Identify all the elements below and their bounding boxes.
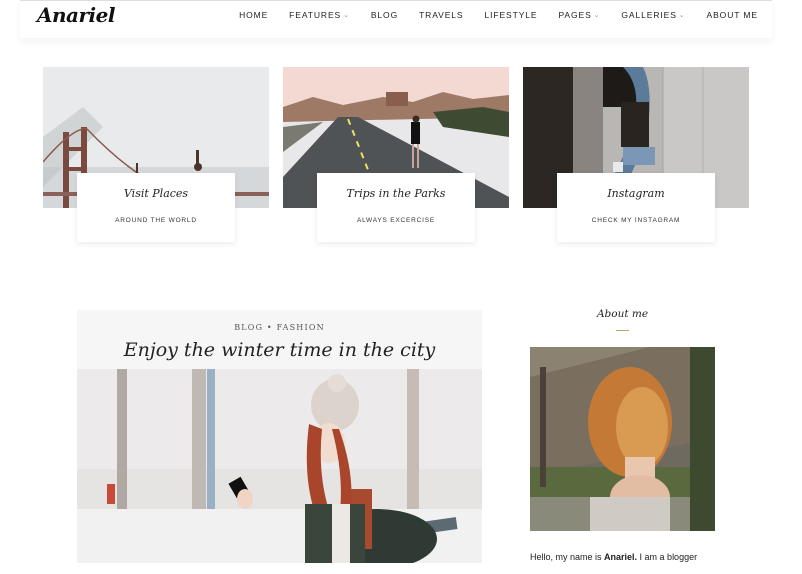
promo-card-visit-places[interactable]: Visit Places AROUND THE WORLD (77, 173, 235, 242)
nav-label: GALLERIES (621, 10, 677, 20)
promo-subtitle: AROUND THE WORLD (115, 217, 197, 224)
nav-label: TRAVELS (419, 10, 464, 20)
promo-title: Instagram (607, 187, 665, 200)
promo-card-instagram[interactable]: Instagram CHECK MY INSTAGRAM (557, 173, 715, 242)
promo-subtitle: ALWAYS EXCERCISE (356, 217, 436, 224)
intro-prefix: Hello, my name is (530, 552, 605, 562)
promo-title: Trips in the Parks (346, 187, 446, 200)
nav-features[interactable]: FEATURES ⌄ (289, 10, 350, 20)
promo-card-trips-in-the-parks[interactable]: Trips in the Parks ALWAYS EXCERCISE (317, 173, 475, 242)
promo-title: Visit Places (123, 187, 189, 200)
site-header: Anariel HOME FEATURES ⌄ BLOG TRAVELS LIFE… (20, 0, 772, 38)
main-nav: HOME FEATURES ⌄ BLOG TRAVELS LIFESTYLE PA… (218, 10, 758, 20)
post-categories[interactable]: BLOG • FASHION (77, 323, 482, 332)
post-title[interactable]: Enjoy the winter time in the city (77, 339, 482, 361)
nav-pages[interactable]: PAGES ⌄ (558, 10, 600, 20)
post-featured-image[interactable] (77, 369, 482, 563)
nav-label: HOME (239, 10, 269, 20)
nav-home[interactable]: HOME (239, 10, 268, 20)
nav-label: ABOUT ME (706, 10, 758, 20)
sidebar-about-title: About me (596, 308, 649, 320)
promo-subtitle: CHECK MY INSTAGRAM (591, 217, 681, 224)
site-logo[interactable]: Anariel (37, 3, 115, 27)
nav-travels[interactable]: TRAVELS (419, 10, 463, 20)
chevron-down-icon: ⌄ (343, 12, 350, 19)
nav-blog[interactable]: BLOG (371, 10, 398, 20)
nav-galleries[interactable]: GALLERIES ⌄ (621, 10, 685, 20)
intro-suffix: I am a blogger (637, 552, 698, 562)
chevron-down-icon: ⌄ (593, 12, 601, 19)
post-header: BLOG • FASHION Enjoy the winter time in … (77, 310, 482, 370)
nav-label: BLOG (370, 10, 399, 20)
sidebar-title-divider (616, 330, 629, 331)
about-me-intro: Hello, my name is Anariel. I am a blogge… (530, 552, 770, 562)
intro-name: Anariel. (604, 552, 638, 562)
nav-lifestyle[interactable]: LIFESTYLE (485, 10, 538, 20)
nav-label: LIFESTYLE (484, 10, 538, 20)
nav-label: PAGES (558, 10, 592, 20)
chevron-down-icon: ⌄ (678, 12, 686, 19)
about-me-photo (530, 347, 715, 531)
nav-label: FEATURES (289, 10, 342, 20)
nav-about-me[interactable]: ABOUT ME (707, 10, 758, 20)
